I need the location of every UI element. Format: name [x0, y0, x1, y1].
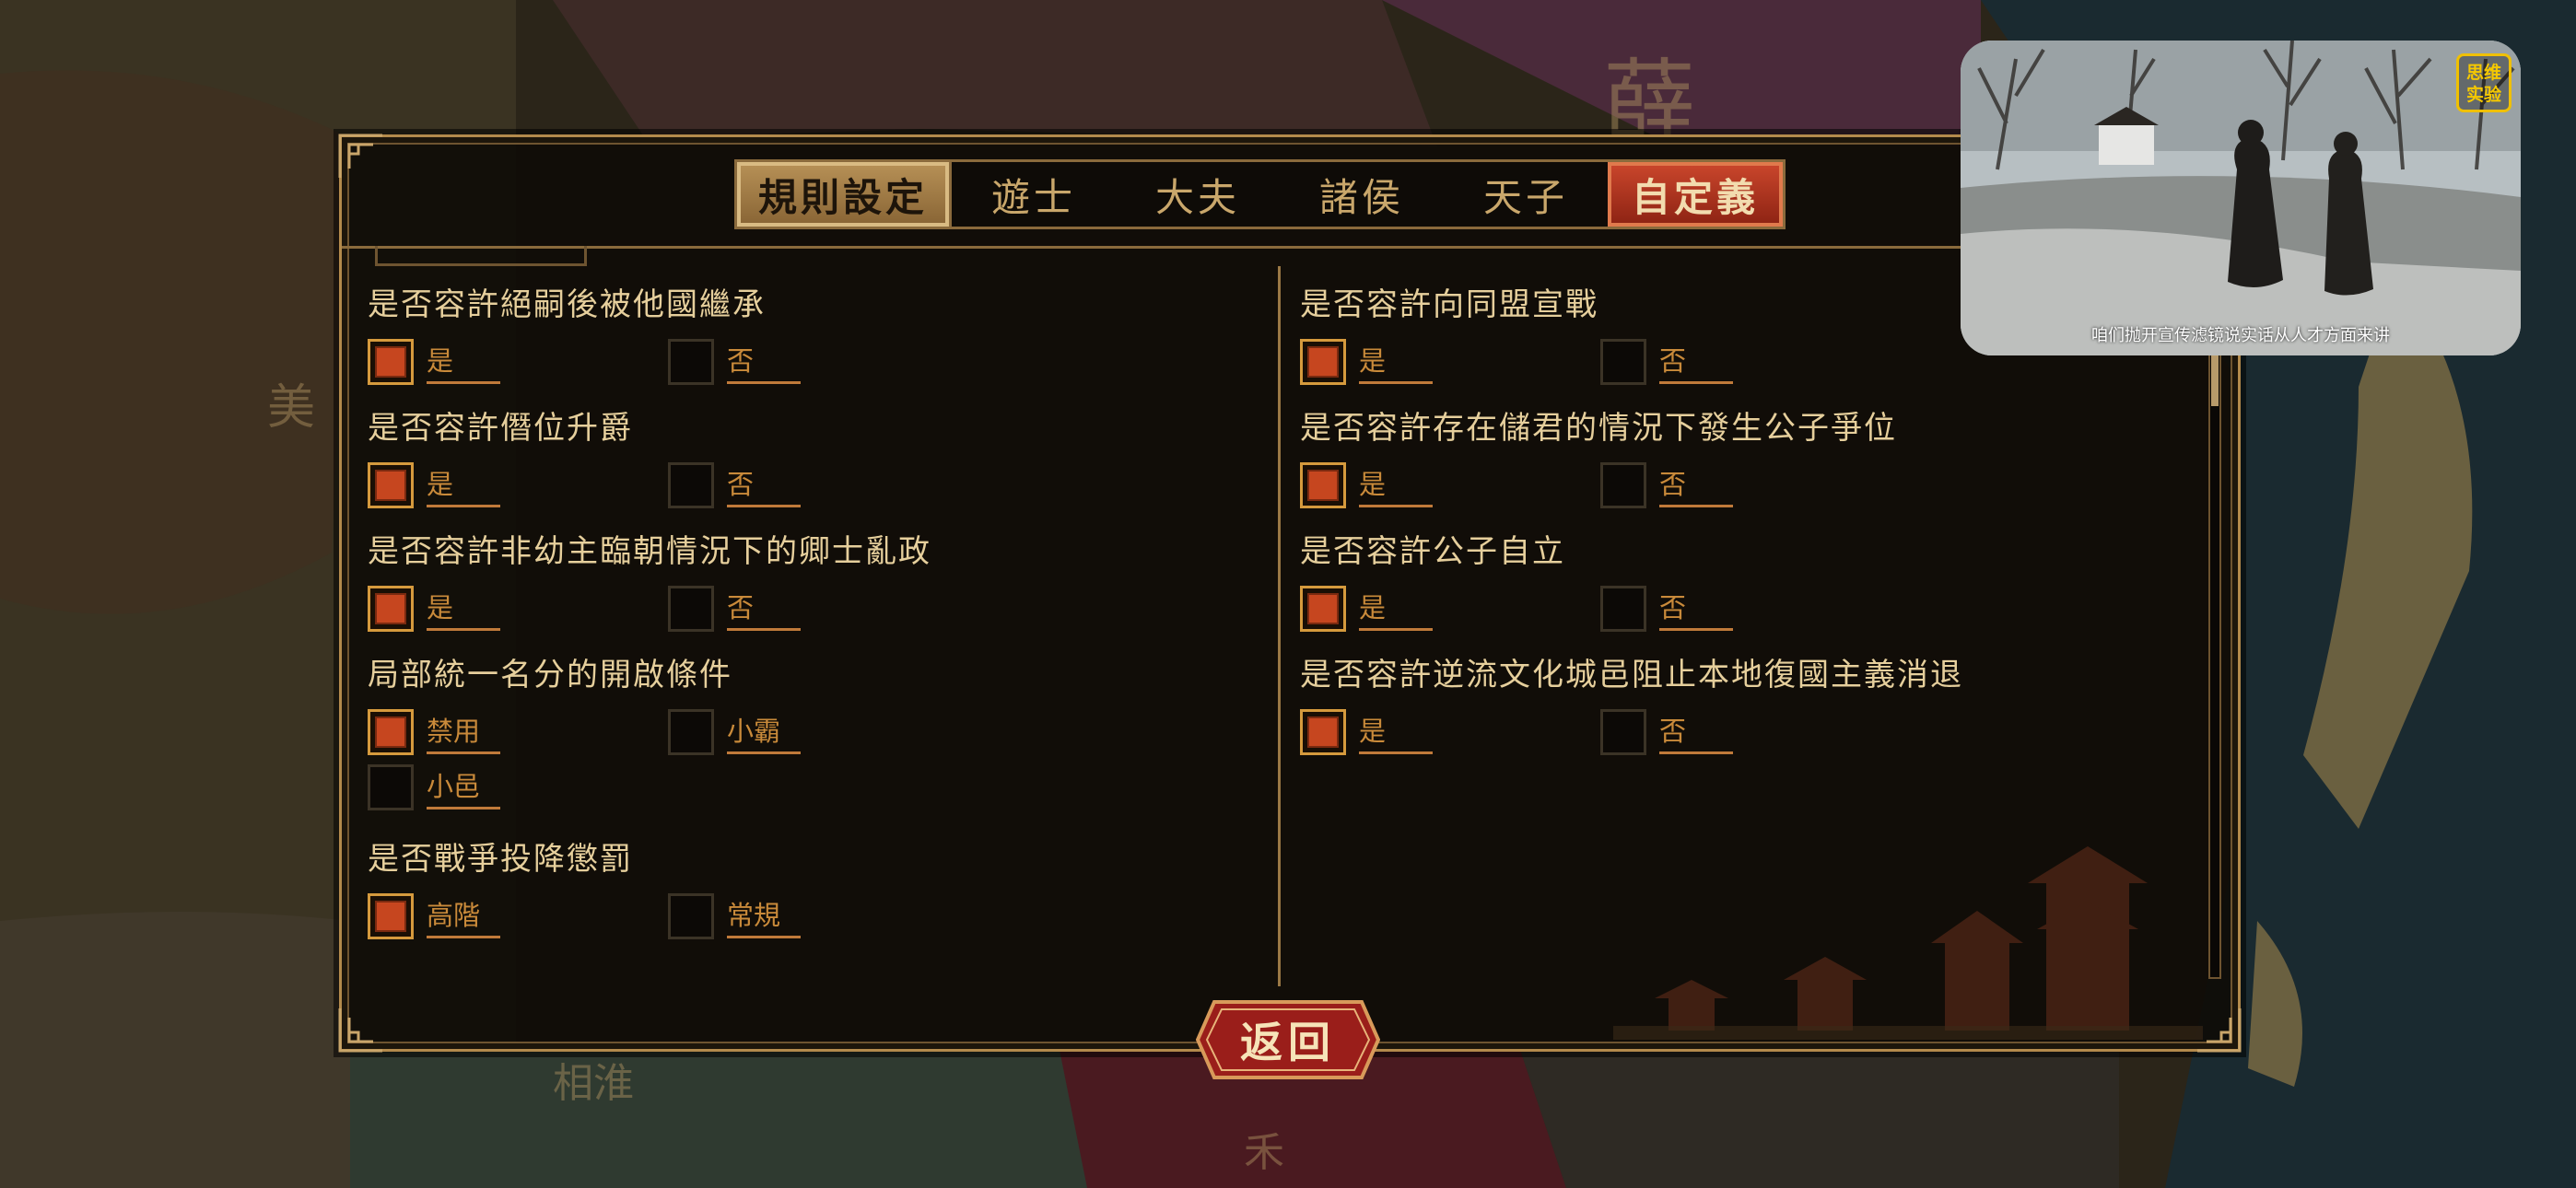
tab-dafu[interactable]: 大夫	[1116, 162, 1280, 227]
checkbox[interactable]	[668, 893, 714, 939]
option-label: 常規	[727, 894, 801, 938]
checkbox[interactable]	[1600, 462, 1646, 508]
checkbox[interactable]	[668, 462, 714, 508]
tab-divider	[342, 246, 2238, 249]
left-rules-column: 是否容許絕嗣後被他國繼承 是 否 是否容許僭位升爵 是 否 是否容許非幼主臨朝情…	[368, 285, 1252, 962]
checkbox[interactable]	[668, 339, 714, 385]
checkbox[interactable]	[1600, 339, 1646, 385]
scrollbar[interactable]	[2208, 285, 2221, 979]
option-label: 是	[1359, 710, 1433, 754]
channel-badge: 思维实验	[2456, 53, 2512, 112]
option-no[interactable]: 否	[1600, 705, 1901, 760]
option-yes[interactable]: 是	[368, 581, 668, 636]
option-label: 高階	[427, 894, 500, 938]
option-no[interactable]: 否	[668, 458, 968, 513]
option-label: 否	[727, 463, 801, 507]
tab-tianzi[interactable]: 天子	[1444, 162, 1608, 227]
rule-item: 是否容許存在儲君的情況下發生公子爭位 是 否	[1300, 408, 2184, 531]
map-label-mei: 美	[267, 380, 316, 436]
checkbox[interactable]	[1600, 709, 1646, 755]
option-high[interactable]: 高階	[368, 889, 668, 944]
option-label: 是	[1359, 463, 1433, 507]
option-label: 否	[727, 340, 801, 384]
checkbox[interactable]	[668, 709, 714, 755]
rule-title: 是否容許逆流文化城邑阻止本地復國主義消退	[1300, 657, 1963, 693]
rule-item: 是否戰爭投降懲罰 高階 常規	[368, 839, 1252, 962]
tab-zhuhou[interactable]: 諸侯	[1280, 162, 1444, 227]
option-yes[interactable]: 是	[368, 334, 668, 390]
option-no[interactable]: 否	[1600, 334, 1901, 390]
tab-custom[interactable]: 自定義	[1608, 162, 1783, 227]
option-yes[interactable]: 是	[368, 458, 668, 513]
rule-title: 局部統一名分的開啟條件	[368, 657, 732, 693]
checkbox[interactable]	[368, 709, 414, 755]
rule-item: 是否容許非幼主臨朝情況下的卿士亂政 是 否	[368, 531, 1252, 655]
checkbox[interactable]	[668, 586, 714, 632]
option-label: 否	[1659, 463, 1733, 507]
palace-decoration	[1613, 846, 2203, 1040]
option-no[interactable]: 否	[1600, 581, 1901, 636]
option-yes[interactable]: 是	[1300, 458, 1600, 513]
option-label: 否	[1659, 710, 1733, 754]
option-no[interactable]: 否	[1600, 458, 1901, 513]
corner-ornament	[336, 1005, 386, 1054]
rule-title: 是否容許存在儲君的情況下發生公子爭位	[1300, 410, 1897, 447]
tab-rules-setting[interactable]: 規則設定	[737, 162, 949, 227]
option-yes[interactable]: 是	[1300, 581, 1600, 636]
option-label: 禁用	[427, 710, 500, 754]
rule-title: 是否容許非幼主臨朝情況下的卿士亂政	[368, 533, 931, 570]
checkbox[interactable]	[368, 462, 414, 508]
option-label: 是	[427, 463, 500, 507]
map-label-he: 禾	[1244, 1129, 1284, 1176]
back-button-label: 返回	[1240, 1018, 1336, 1067]
rule-item: 是否容許絕嗣後被他國繼承 是 否	[368, 285, 1252, 408]
map-label-xianghuai: 相淮	[553, 1060, 634, 1107]
checkbox[interactable]	[368, 586, 414, 632]
option-yes[interactable]: 是	[1300, 334, 1600, 390]
option-normal[interactable]: 常規	[668, 889, 968, 944]
video-caption: 咱们抛开宣传滤镜说实话从人才方面来讲	[2091, 326, 2390, 345]
checkbox[interactable]	[368, 893, 414, 939]
video-overlay: 咱们抛开宣传滤镜说实话从人才方面来讲 思维实验	[1961, 41, 2521, 355]
rule-item: 是否容許公子自立 是 否	[1300, 531, 2184, 655]
rule-item: 局部統一名分的開啟條件 禁用 小霸 小邑	[368, 655, 1252, 839]
rule-item: 是否容許逆流文化城邑阻止本地復國主義消退 是 否	[1300, 655, 2184, 778]
option-label: 是	[1359, 340, 1433, 384]
option-disabled[interactable]: 禁用	[368, 705, 668, 760]
option-label: 是	[1359, 587, 1433, 631]
rule-title: 是否戰爭投降懲罰	[368, 841, 633, 878]
option-no[interactable]: 否	[668, 334, 968, 390]
rule-title: 是否容許絕嗣後被他國繼承	[368, 286, 766, 323]
option-label: 小霸	[727, 710, 801, 754]
option-label: 是	[427, 587, 500, 631]
option-no[interactable]: 否	[668, 581, 968, 636]
option-minor-hegemon[interactable]: 小霸	[668, 705, 968, 760]
option-label: 否	[1659, 587, 1733, 631]
rule-item: 是否容許僭位升爵 是 否	[368, 408, 1252, 531]
option-label: 否	[727, 587, 801, 631]
checkbox[interactable]	[1600, 586, 1646, 632]
difficulty-tabs: 規則設定 遊士 大夫 諸侯 天子 自定義	[734, 159, 1786, 229]
checkbox[interactable]	[1300, 462, 1346, 508]
right-rules-column: 是否容許向同盟宣戰 是 否 是否容許存在儲君的情況下發生公子爭位 是 否 是否容…	[1300, 285, 2184, 778]
option-yes[interactable]: 是	[1300, 705, 1600, 760]
sub-tab-frame	[375, 246, 587, 266]
option-small-town[interactable]: 小邑	[368, 760, 668, 815]
option-label: 小邑	[427, 765, 500, 809]
rules-panel: 規則設定 遊士 大夫 諸侯 天子 自定義 是否容許絕嗣後被他國繼承 是 否 是否…	[336, 132, 2242, 1054]
checkbox[interactable]	[1300, 586, 1346, 632]
video-frame	[1961, 41, 2521, 355]
checkbox[interactable]	[1300, 339, 1346, 385]
rule-title: 是否容許公子自立	[1300, 533, 1565, 570]
checkbox[interactable]	[1300, 709, 1346, 755]
option-label: 否	[1659, 340, 1733, 384]
tab-youshi[interactable]: 遊士	[952, 162, 1116, 227]
checkbox[interactable]	[368, 764, 414, 810]
corner-ornament	[336, 132, 386, 181]
checkbox[interactable]	[368, 339, 414, 385]
back-button[interactable]: 返回	[1196, 998, 1380, 1081]
option-label: 是	[427, 340, 500, 384]
column-divider	[1278, 266, 1281, 986]
rule-title: 是否容許僭位升爵	[368, 410, 633, 447]
